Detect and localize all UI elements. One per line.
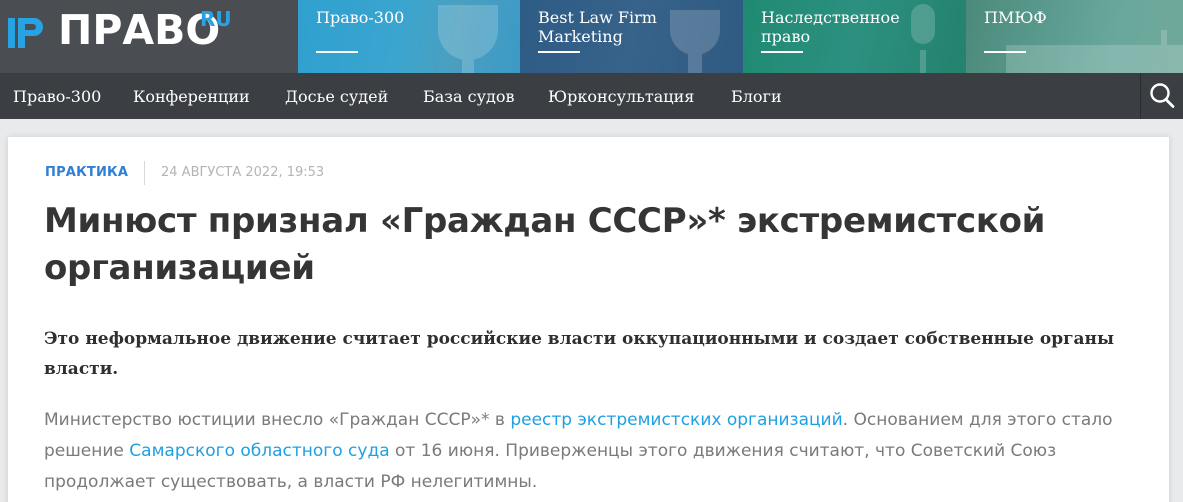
body-text-part: Министерство юстиции внесло «Граждан ССС… xyxy=(44,410,511,430)
promo-underline xyxy=(538,51,580,53)
article-category[interactable]: ПРАКТИКА xyxy=(45,165,128,180)
search-button[interactable] xyxy=(1141,73,1183,119)
nav-item-conferences[interactable]: Конференции xyxy=(133,88,250,106)
extremist-registry-link[interactable]: реестр экстремистских организаций xyxy=(510,410,842,430)
article-date: 24 АВГУСТА 2022, 19:53 xyxy=(161,165,325,180)
logo-suffix: RU xyxy=(200,7,232,31)
promo-label: ПМЮФ xyxy=(984,8,1047,27)
site-logo[interactable]: ПРАВО RU xyxy=(0,0,298,73)
top-header: ПРАВО RU Право-300 Best Law Firm Marketi… xyxy=(0,0,1183,73)
nav-item-judges[interactable]: Досье судей xyxy=(285,88,388,106)
promo-tile-pravo300[interactable]: Право-300 xyxy=(298,0,520,73)
article-title: Минюст признал «Граждан СССР»* экстремис… xyxy=(44,201,1046,288)
nav-item-courts[interactable]: База судов xyxy=(423,88,515,106)
main-nav: Право-300 Конференции Досье судей База с… xyxy=(0,73,1183,119)
samara-court-link[interactable]: Самарского областного суда xyxy=(129,441,389,461)
promo-tile-pmyuf[interactable]: ПМЮФ xyxy=(966,0,1183,73)
promo-tile-blfm[interactable]: Best Law Firm Marketing xyxy=(520,0,743,73)
logo-text: ПРАВО xyxy=(58,6,221,54)
nav-item-blogs[interactable]: Блоги xyxy=(731,88,782,106)
building-decor-icon xyxy=(1006,30,1183,73)
search-icon xyxy=(1150,83,1175,108)
promo-underline xyxy=(984,51,1026,53)
logo-mark-icon xyxy=(8,18,43,48)
trophy-decor-icon xyxy=(438,5,498,73)
promo-label: Право-300 xyxy=(316,8,405,27)
article-card: ПРАКТИКА 24 АВГУСТА 2022, 19:53 Минюст п… xyxy=(8,137,1169,502)
nav-item-legal-advice[interactable]: Юрконсультация xyxy=(548,88,694,106)
promo-label: Best Law Firm Marketing xyxy=(538,8,657,46)
article-lead: Это неформальное движение считает россий… xyxy=(44,329,1115,379)
promo-label: Наследственное право xyxy=(761,8,900,46)
promo-tile-inheritance[interactable]: Наследственное право xyxy=(743,0,966,73)
promo-underline xyxy=(316,51,358,53)
article-body: Министерство юстиции внесло «Граждан ССС… xyxy=(44,405,1134,498)
nav-item-pravo300[interactable]: Право-300 xyxy=(13,88,101,106)
meta-divider xyxy=(144,161,145,185)
promo-underline xyxy=(761,51,803,53)
